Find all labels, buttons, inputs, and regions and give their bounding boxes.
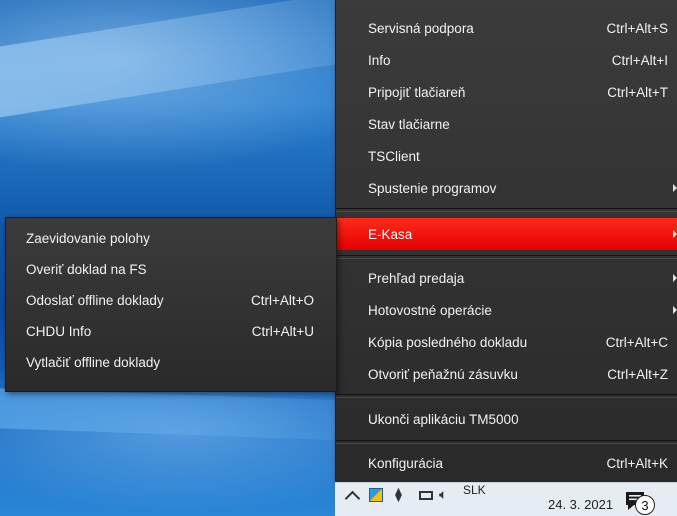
menu-item-hotovostne-operacie[interactable]: Hotovostné operácie (336, 294, 677, 326)
context-menu: Servisná podpora Ctrl+Alt+S Info Ctrl+Al… (335, 0, 677, 482)
wallpaper-light-streak (0, 0, 383, 123)
submenu-arrow-icon (673, 274, 677, 282)
menu-item-label: Ukonči aplikáciu TM5000 (368, 411, 519, 427)
menu-item-shortcut: Ctrl+Alt+C (605, 334, 668, 350)
submenu-item-label: Vytlačiť offline doklady (26, 354, 161, 370)
menu-item-spustenie-programov[interactable]: Spustenie programov (336, 172, 677, 204)
submenu-arrow-icon (673, 184, 677, 192)
menu-item-label: E-Kasa (368, 226, 413, 242)
taskbar: ⧫ 🔈︎ SLK 24. 3. 2021 3 (335, 482, 677, 516)
chevron-up-icon[interactable] (344, 490, 361, 507)
submenu-arrow-icon (673, 230, 677, 238)
menu-item-label: Stav tlačiarne (368, 116, 450, 132)
menu-item-shortcut: Ctrl+Alt+T (607, 84, 668, 100)
shield-icon[interactable] (369, 488, 383, 502)
submenu-item-zaevidovanie-polohy[interactable]: Zaevidovanie polohy (6, 222, 336, 254)
submenu-item-vytlacit-offline-doklady[interactable]: Vytlačiť offline doklady (6, 346, 336, 378)
menu-item-konfiguracia[interactable]: Konfigurácia Ctrl+Alt+K (336, 447, 677, 479)
submenu-item-shortcut: Ctrl+Alt+O (250, 292, 314, 308)
menu-item-e-kasa[interactable]: E-Kasa (336, 218, 677, 250)
menu-item-info[interactable]: Info Ctrl+Alt+I (336, 44, 677, 76)
menu-separator (336, 440, 677, 444)
battery-icon[interactable] (419, 491, 433, 500)
menu-separator (336, 394, 677, 398)
menu-item-label: TSClient (368, 148, 420, 164)
submenu-item-label: Overiť doklad na FS (26, 261, 147, 277)
menu-item-shortcut: Ctrl+Alt+K (606, 455, 668, 471)
menu-separator (336, 208, 677, 212)
menu-separator (336, 255, 677, 259)
menu-item-label: Prehľad predaja (368, 270, 465, 286)
menu-item-tsclient[interactable]: TSClient (336, 140, 677, 172)
menu-item-label: Hotovostné operácie (368, 302, 492, 318)
menu-item-shortcut: Ctrl+Alt+Z (607, 366, 668, 382)
submenu-item-label: Zaevidovanie polohy (26, 230, 150, 246)
notification-count-badge: 3 (635, 495, 655, 515)
menu-item-prehlad-predaja[interactable]: Prehľad predaja (336, 262, 677, 294)
language-indicator[interactable]: SLK (463, 483, 486, 497)
menu-item-label: Spustenie programov (368, 180, 497, 196)
menu-item-pripojit-tlaciaren[interactable]: Pripojiť tlačiareň Ctrl+Alt+T (336, 76, 677, 108)
menu-item-servisna-podpora[interactable]: Servisná podpora Ctrl+Alt+S (336, 12, 677, 44)
submenu-item-shortcut: Ctrl+Alt+U (251, 323, 314, 339)
menu-item-ukonci-aplikaciu[interactable]: Ukonči aplikáciu TM5000 (336, 403, 677, 435)
menu-item-shortcut: Ctrl+Alt+S (606, 20, 668, 36)
submenu-item-overit-doklad[interactable]: Overiť doklad na FS (6, 253, 336, 285)
submenu-item-odoslat-offline-doklady[interactable]: Odoslať offline doklady Ctrl+Alt+O (6, 284, 336, 316)
submenu-item-chdu-info[interactable]: CHDU Info Ctrl+Alt+U (6, 315, 336, 347)
submenu-arrow-icon (673, 306, 677, 314)
clock-date[interactable]: 24. 3. 2021 (548, 497, 613, 512)
speaker-icon[interactable]: 🔈︎ (439, 486, 447, 503)
wifi-icon[interactable]: ⧫ (395, 486, 402, 503)
menu-item-kopia-posledneho-dokladu[interactable]: Kópia posledného dokladu Ctrl+Alt+C (336, 326, 677, 358)
menu-item-shortcut: Ctrl+Alt+I (611, 52, 668, 68)
menu-item-otvorit-penaznu-zasuvku[interactable]: Otvoriť peňažnú zásuvku Ctrl+Alt+Z (336, 358, 677, 390)
menu-item-stav-tlaciarne[interactable]: Stav tlačiarne (336, 108, 677, 140)
e-kasa-submenu: Zaevidovanie polohy Overiť doklad na FS … (5, 217, 337, 392)
